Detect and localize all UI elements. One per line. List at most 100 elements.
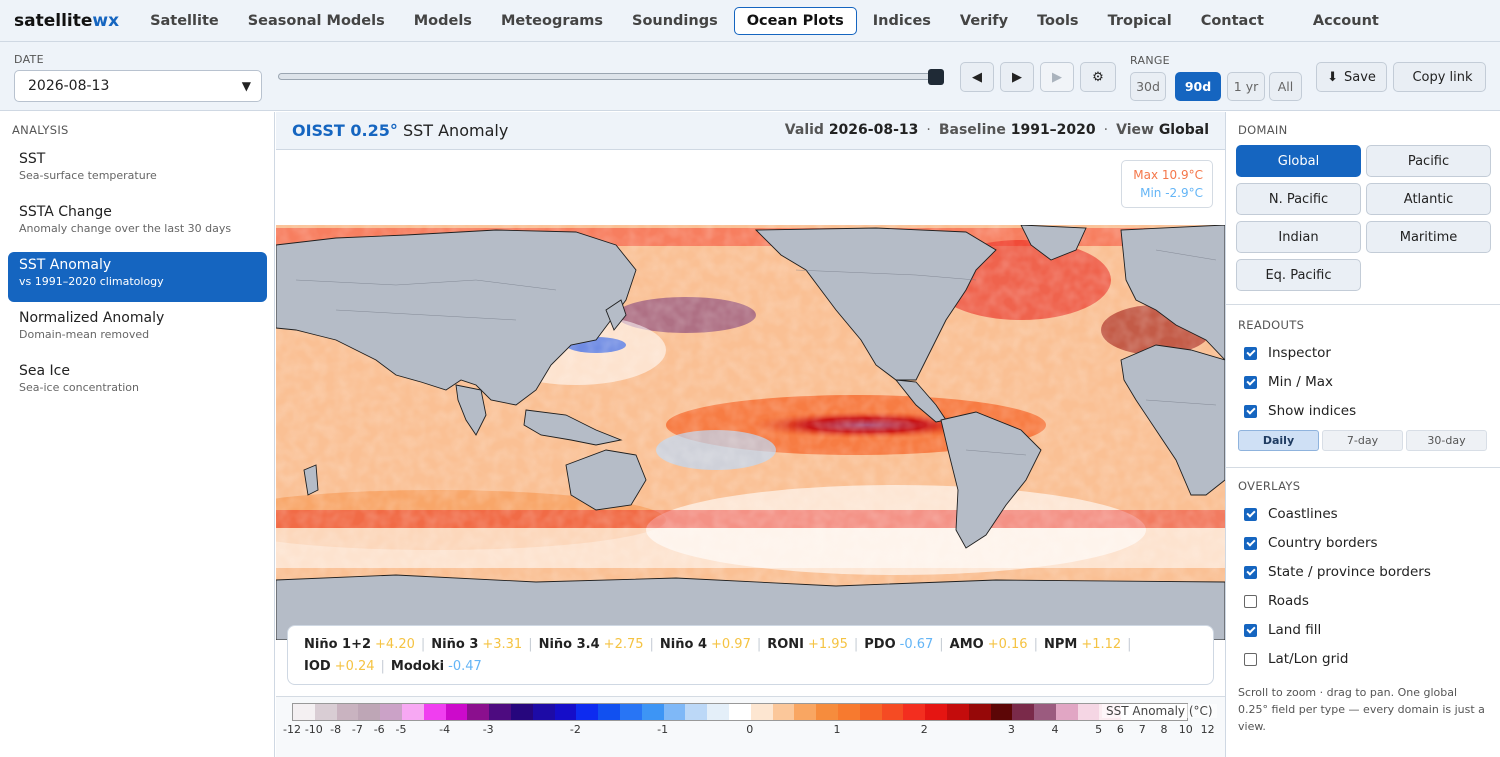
checkbox-icon[interactable] xyxy=(1244,565,1257,579)
colorbar-swatch xyxy=(445,704,468,720)
analysis-item-title: SSTA Change xyxy=(19,204,112,220)
product-name: OISST 0.25° xyxy=(292,121,398,140)
period-daily-button[interactable]: Daily xyxy=(1238,430,1319,451)
settings-button[interactable]: ⚙ xyxy=(1080,62,1116,92)
nav-tropical[interactable]: Tropical xyxy=(1095,7,1185,35)
range-1yr-button[interactable]: 1 yr xyxy=(1227,72,1265,101)
domain-indian-button[interactable]: Indian xyxy=(1236,221,1361,253)
checkbox-icon[interactable] xyxy=(1244,507,1257,521)
overlays-country-borders-checkbox[interactable]: Country borders xyxy=(1244,535,1378,551)
nav-indices[interactable]: Indices xyxy=(860,7,944,35)
colorbar-tick-label: -4 xyxy=(439,723,451,736)
play-button[interactable]: ▶ xyxy=(1040,62,1074,92)
checkbox-icon[interactable] xyxy=(1244,652,1257,666)
next-button[interactable]: ▶ xyxy=(1000,62,1034,92)
overlays-lat-lon-grid-checkbox[interactable]: Lat/Lon grid xyxy=(1244,651,1348,667)
date-select[interactable]: 2026-08-13 ▼ xyxy=(14,70,262,102)
readouts-min-max-checkbox[interactable]: Min / Max xyxy=(1244,374,1333,390)
nav-icon[interactable] xyxy=(1280,16,1300,26)
index-name: PDO xyxy=(864,637,896,652)
domain-atlantic-button[interactable]: Atlantic xyxy=(1366,183,1491,215)
colorbar-swatch xyxy=(968,704,991,720)
index-name: NPM xyxy=(1043,637,1078,652)
nav-satellite[interactable]: Satellite xyxy=(137,7,232,35)
colorbar-tick-label: 5 xyxy=(1095,723,1103,736)
domain-n-pacific-button[interactable]: N. Pacific xyxy=(1236,183,1361,215)
overlays-state-province-borders-checkbox[interactable]: State / province borders xyxy=(1244,564,1431,580)
colorbar-swatch xyxy=(489,704,511,720)
checkbox-icon[interactable] xyxy=(1244,404,1257,418)
colorbar-swatch xyxy=(707,704,729,720)
domain-eq-pacific-button[interactable]: Eq. Pacific xyxy=(1236,259,1361,291)
date-slider-thumb[interactable] xyxy=(928,69,944,85)
nav-seasonal-models[interactable]: Seasonal Models xyxy=(235,7,398,35)
colorbar-swatch xyxy=(1055,704,1078,720)
period-30-day-button[interactable]: 30-day xyxy=(1406,430,1487,451)
readouts-inspector-checkbox[interactable]: Inspector xyxy=(1244,345,1331,361)
colorbar-swatch xyxy=(401,704,424,720)
sst-anomaly-map[interactable]: Max 10.9°C Min -2.9°C xyxy=(276,150,1225,640)
date-slider-track[interactable] xyxy=(278,73,943,80)
index-separator: | xyxy=(939,637,944,652)
copy-link-button[interactable]: Copy link xyxy=(1393,62,1486,92)
readouts-section-label: READOUTS xyxy=(1238,318,1305,332)
range-90d-button[interactable]: 90d xyxy=(1175,72,1221,101)
download-icon: ⬇ xyxy=(1327,69,1338,85)
colorbar-swatch xyxy=(750,704,773,720)
map-canvas[interactable] xyxy=(276,150,1225,640)
divider xyxy=(1226,304,1500,305)
brand-logo[interactable]: satellitewx xyxy=(14,11,119,31)
analysis-item-sst-anomaly[interactable]: SST Anomaly vs 1991–2020 climatology xyxy=(8,252,267,302)
colorbar-swatch xyxy=(859,704,882,720)
overlays-land-fill-checkbox[interactable]: Land fill xyxy=(1244,622,1321,638)
checkbox-label: Inspector xyxy=(1268,345,1331,361)
analysis-item-title: SST Anomaly xyxy=(19,257,112,273)
baseline-label: Baseline xyxy=(938,122,1006,138)
save-button[interactable]: ⬇ Save xyxy=(1316,62,1387,92)
analysis-item-ssta-change[interactable]: SSTA Change Anomaly change over the last … xyxy=(8,199,267,249)
nav-soundings[interactable]: Soundings xyxy=(619,7,731,35)
checkbox-icon[interactable] xyxy=(1244,536,1257,550)
range-30d-button[interactable]: 30d xyxy=(1130,72,1166,101)
domain-pacific-button[interactable]: Pacific xyxy=(1366,145,1491,177)
chevron-down-icon: ▼ xyxy=(241,79,251,93)
nav-verify[interactable]: Verify xyxy=(947,7,1021,35)
index-separator: | xyxy=(1033,637,1038,652)
checkbox-icon[interactable] xyxy=(1244,623,1257,637)
checkbox-icon[interactable] xyxy=(1244,375,1257,389)
colorbar-tick-label: 0 xyxy=(746,723,754,736)
analysis-item-subtitle: Sea-surface temperature xyxy=(19,169,157,182)
period-7-day-button[interactable]: 7-day xyxy=(1322,430,1403,451)
colorbar-swatch xyxy=(554,704,577,720)
readouts-show-indices-checkbox[interactable]: Show indices xyxy=(1244,403,1356,419)
brand-accent: wx xyxy=(92,10,120,31)
nav-models[interactable]: Models xyxy=(401,7,485,35)
domain-maritime-button[interactable]: Maritime xyxy=(1366,221,1491,253)
range-All-button[interactable]: All xyxy=(1269,72,1302,101)
nav-contact[interactable]: Contact xyxy=(1188,7,1277,35)
colorbar-swatch xyxy=(816,704,838,720)
period-toggle: Daily 7-day 30-day xyxy=(1238,430,1490,451)
overlays-section-label: OVERLAYS xyxy=(1238,479,1301,493)
play-icon: ▶ xyxy=(1052,69,1062,85)
checkbox-icon[interactable] xyxy=(1244,594,1257,608)
view-value: Global xyxy=(1158,122,1209,138)
nav-ocean-plots[interactable]: Ocean Plots xyxy=(733,6,857,35)
analysis-item-sea-ice[interactable]: Sea Ice Sea-ice concentration xyxy=(8,358,267,408)
index-separator: | xyxy=(1127,637,1132,652)
index-separator: | xyxy=(649,637,654,652)
nav-meteograms[interactable]: Meteograms xyxy=(488,7,616,35)
checkbox-label: Land fill xyxy=(1268,622,1322,638)
overlays-coastlines-checkbox[interactable]: Coastlines xyxy=(1244,506,1338,522)
domain-global-button[interactable]: Global xyxy=(1236,145,1361,177)
analysis-item-sst[interactable]: SST Sea-surface temperature xyxy=(8,146,267,196)
analysis-item-normalized-anomaly[interactable]: Normalized Anomaly Domain-mean removed xyxy=(8,305,267,355)
checkbox-icon[interactable] xyxy=(1244,346,1257,360)
overlays-roads-checkbox[interactable]: Roads xyxy=(1244,593,1309,609)
colorbar-swatch xyxy=(772,704,795,720)
colorbar-tick-label: -5 xyxy=(395,723,407,736)
prev-button[interactable]: ◀ xyxy=(960,62,994,92)
index-modoki: Modoki -0.47 xyxy=(391,656,482,678)
nav-tools[interactable]: Tools xyxy=(1024,7,1092,35)
nav-account[interactable]: Account xyxy=(1300,7,1392,35)
